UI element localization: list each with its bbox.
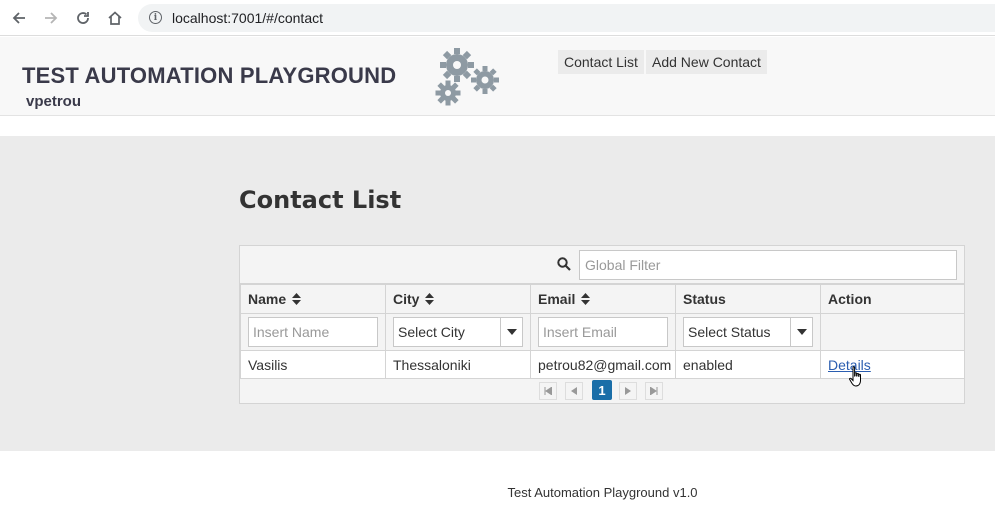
- back-arrow-icon[interactable]: [9, 8, 29, 28]
- global-filter-row: [240, 246, 964, 284]
- name-filter-input[interactable]: [248, 317, 378, 347]
- cell-name: Vasilis: [240, 350, 386, 379]
- first-page-icon[interactable]: [539, 382, 557, 400]
- gears-logo-icon: [435, 48, 499, 106]
- contact-grid: Name City Email Status Action Select Cit…: [240, 284, 965, 379]
- filter-cell: Select City: [385, 313, 531, 351]
- cell-action: Details: [820, 350, 965, 379]
- column-label: Email: [538, 291, 576, 307]
- city-filter-label: Select City: [398, 324, 465, 340]
- sort-icon: [292, 293, 302, 305]
- reload-icon[interactable]: [73, 8, 93, 28]
- page-number-current[interactable]: 1: [592, 380, 612, 400]
- page-title: Contact List: [239, 186, 402, 214]
- column-header-name[interactable]: Name: [240, 284, 386, 314]
- site-info-icon[interactable]: i: [149, 11, 162, 24]
- header-row: Name City Email Status Action: [240, 284, 965, 314]
- filter-cell: [240, 313, 386, 351]
- url-text: localhost:7001/#/contact: [172, 10, 323, 26]
- next-page-icon[interactable]: [619, 382, 637, 400]
- browser-toolbar: i localhost:7001/#/contact: [0, 0, 995, 36]
- filter-cell: [530, 313, 676, 351]
- cell-city: Thessaloniki: [385, 350, 531, 379]
- home-icon[interactable]: [105, 8, 125, 28]
- cell-status: enabled: [675, 350, 821, 379]
- hand-cursor-icon: [849, 366, 861, 387]
- email-filter-input[interactable]: [538, 317, 668, 347]
- filter-cell-empty: [820, 313, 965, 351]
- nav-contact-list[interactable]: Contact List: [558, 50, 644, 74]
- column-header-city[interactable]: City: [385, 284, 531, 314]
- column-header-action: Action: [820, 284, 965, 314]
- search-icon: [557, 257, 571, 271]
- username: vpetrou: [26, 93, 82, 110]
- nav-add-new-contact[interactable]: Add New Contact: [646, 50, 767, 74]
- app-header: TEST AUTOMATION PLAYGROUND vpetrou Conta…: [0, 37, 995, 116]
- column-label: City: [393, 291, 420, 307]
- address-bar[interactable]: i localhost:7001/#/contact: [138, 4, 995, 32]
- sort-icon: [425, 293, 435, 305]
- main-content: Contact List Name City Email Status Acti…: [0, 136, 995, 451]
- cell-email: petrou82@gmail.com: [530, 350, 676, 379]
- column-label: Name: [248, 291, 287, 307]
- city-filter-dropdown[interactable]: Select City: [393, 317, 523, 347]
- footer-text: Test Automation Playground v1.0: [507, 485, 698, 500]
- column-header-status: Status: [675, 284, 821, 314]
- column-filter-row: Select City Select Status: [240, 313, 965, 351]
- chevron-down-icon[interactable]: [500, 318, 522, 346]
- chevron-down-icon[interactable]: [790, 318, 812, 346]
- column-header-email[interactable]: Email: [530, 284, 676, 314]
- global-filter-input[interactable]: [579, 250, 957, 280]
- prev-page-icon[interactable]: [565, 382, 583, 400]
- last-page-icon[interactable]: [645, 382, 663, 400]
- app-title: TEST AUTOMATION PLAYGROUND: [22, 63, 397, 88]
- status-filter-dropdown[interactable]: Select Status: [683, 317, 813, 347]
- forward-arrow-icon[interactable]: [41, 8, 61, 28]
- filter-cell: Select Status: [675, 313, 821, 351]
- sort-icon: [581, 293, 591, 305]
- status-filter-label: Select Status: [688, 324, 771, 340]
